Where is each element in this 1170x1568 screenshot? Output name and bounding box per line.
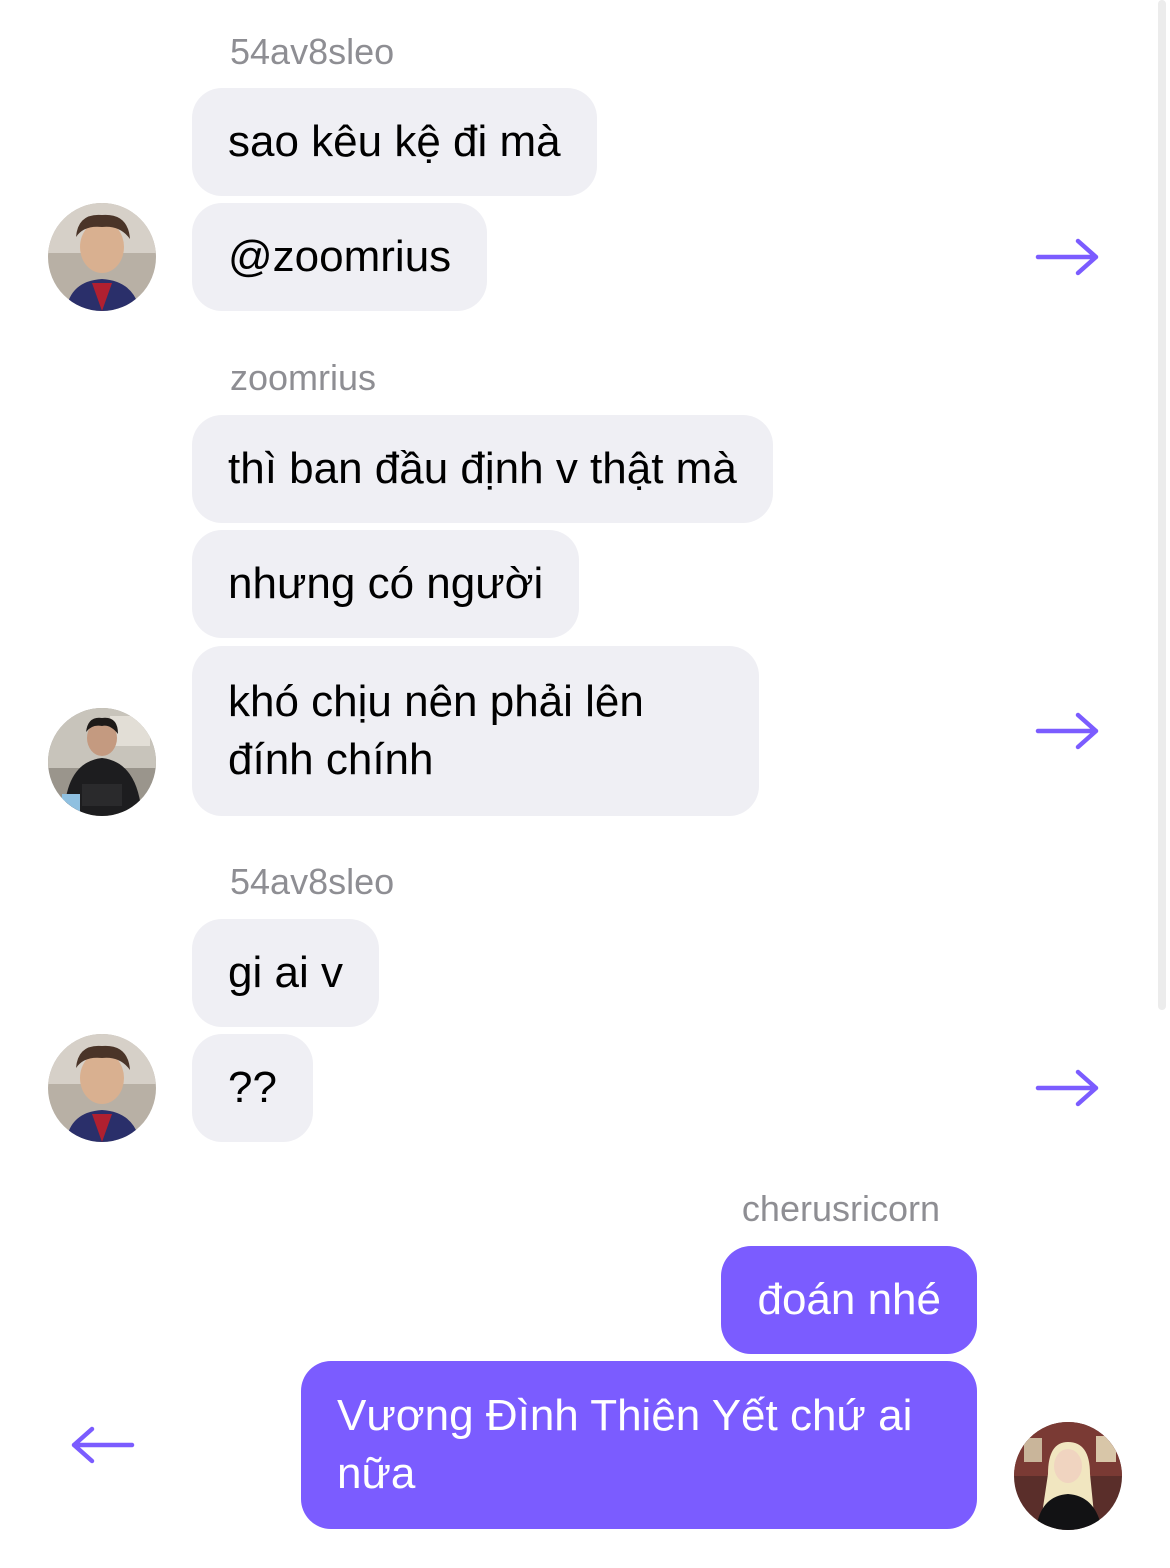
- sender-name: 54av8sleo: [230, 861, 395, 902]
- message-bubble[interactable]: @zoomrius: [192, 203, 488, 311]
- sender-name: cherusricorn: [741, 1188, 940, 1229]
- message-bubble[interactable]: đoán nhé: [721, 1246, 977, 1354]
- sender-name: 54av8sleo: [230, 31, 395, 72]
- avatar[interactable]: [48, 708, 156, 816]
- message-bubble[interactable]: Vương Đình Thiên Yết chứ ai nữa: [301, 1361, 977, 1529]
- arrow-left-icon[interactable]: [68, 1425, 136, 1465]
- message-bubble[interactable]: gi ai v: [192, 919, 379, 1027]
- message-bubble[interactable]: thì ban đầu định v thật mà: [192, 415, 773, 523]
- arrow-right-icon[interactable]: [1034, 711, 1102, 751]
- message-bubble[interactable]: nhưng có người: [192, 530, 580, 638]
- avatar[interactable]: [48, 1034, 156, 1142]
- arrow-right-icon[interactable]: [1034, 237, 1102, 277]
- message-bubble[interactable]: khó chịu nên phải lên đính chính: [192, 646, 759, 816]
- sender-name: zoomrius: [230, 357, 377, 398]
- avatar[interactable]: [1014, 1422, 1122, 1530]
- scrollbar[interactable]: [1158, 0, 1166, 1010]
- avatar[interactable]: [48, 203, 156, 311]
- message-bubble[interactable]: sao kêu kệ đi mà: [192, 88, 597, 196]
- arrow-right-icon[interactable]: [1034, 1068, 1102, 1108]
- message-bubble[interactable]: ??: [192, 1034, 313, 1142]
